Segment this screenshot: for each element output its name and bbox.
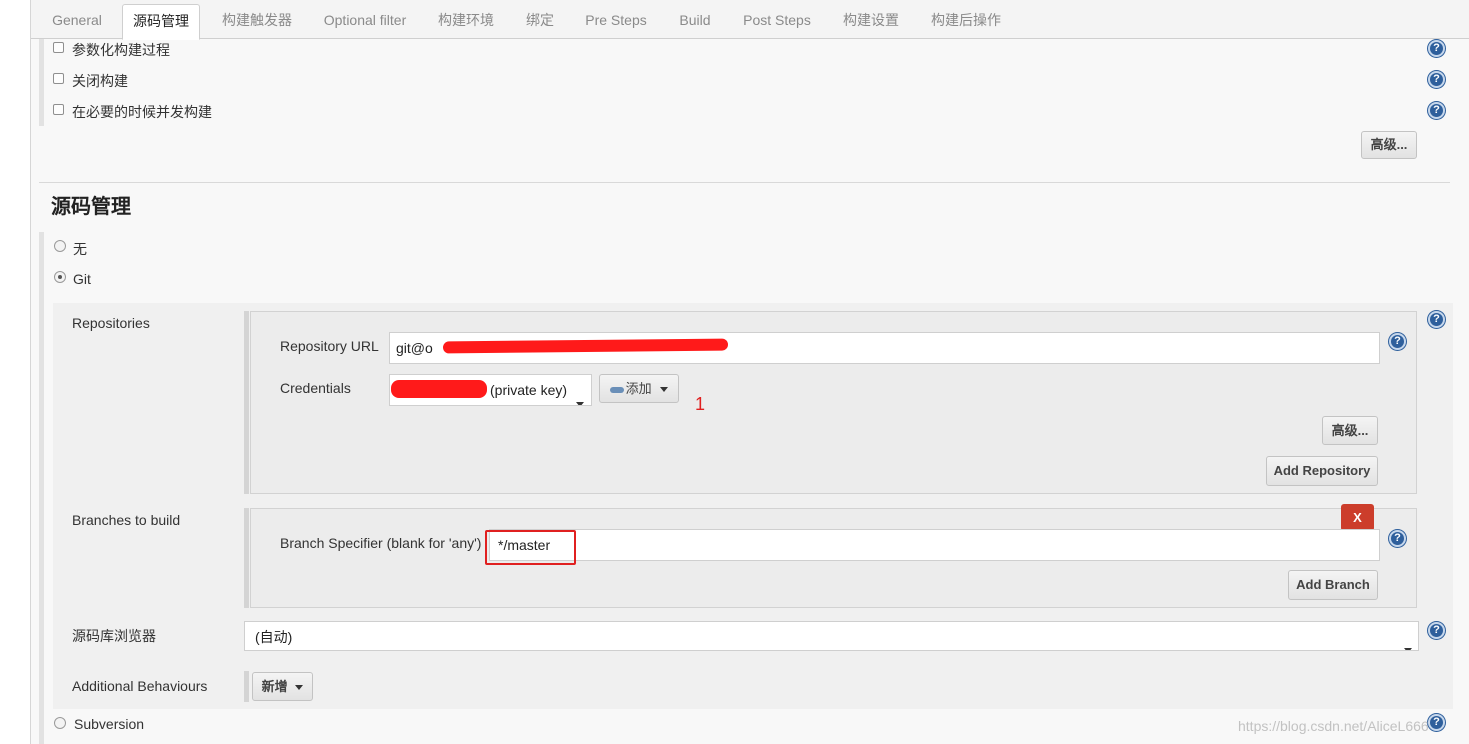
tab-source-code-management[interactable]: 源码管理	[122, 4, 200, 40]
repository-browser-select[interactable]: (自动)	[244, 621, 1419, 651]
tab-pre-steps[interactable]: Pre Steps	[576, 4, 656, 39]
general-section-bar	[39, 39, 44, 126]
branch-specifier-label: Branch Specifier (blank for 'any')	[280, 535, 482, 551]
behaviours-bar	[244, 671, 249, 702]
tab-build-settings[interactable]: 构建设置	[831, 4, 911, 39]
tab-bindings[interactable]: 绑定	[515, 4, 565, 39]
help-icon[interactable]: ?	[1428, 311, 1445, 328]
concurrent-build-checkbox[interactable]	[53, 104, 64, 115]
credentials-value: (private key)	[490, 382, 568, 398]
close-icon: X	[1353, 510, 1362, 525]
scm-section-bar	[39, 232, 44, 744]
add-branch-button[interactable]: Add Branch	[1288, 570, 1378, 600]
watermark: https://blog.csdn.net/AliceL666	[1238, 718, 1429, 734]
chevron-down-icon	[660, 381, 669, 396]
tab-optional-filter[interactable]: Optional filter	[313, 4, 417, 39]
tab-general[interactable]: General	[39, 4, 115, 39]
general-advanced-button[interactable]: 高级...	[1361, 131, 1417, 159]
add-credentials-button[interactable]: 添加	[599, 374, 679, 403]
help-icon[interactable]: ?	[1428, 622, 1445, 639]
scm-git-radio[interactable]	[54, 271, 66, 283]
chevron-down-icon	[295, 679, 304, 694]
disable-build-label: 关闭构建	[72, 73, 128, 89]
parameterized-build-label: 参数化构建过程	[72, 42, 170, 58]
repositories-label: Repositories	[72, 315, 150, 331]
concurrent-build-label: 在必要的时候并发构建	[72, 104, 212, 120]
redaction-mark	[391, 380, 487, 398]
scm-section-title: 源码管理	[51, 196, 131, 218]
additional-behaviours-label: Additional Behaviours	[72, 678, 208, 694]
config-tab-bar: General 源码管理 构建触发器 Optional filter 构建环境 …	[31, 0, 1469, 40]
disable-build-checkbox[interactable]	[53, 73, 64, 84]
repository-url-label: Repository URL	[280, 338, 379, 354]
parameterized-build-checkbox[interactable]	[53, 42, 64, 53]
repository-panel-bar	[244, 311, 249, 494]
delete-branch-button[interactable]: X	[1341, 504, 1374, 531]
tab-post-steps[interactable]: Post Steps	[734, 4, 820, 39]
help-icon[interactable]: ?	[1428, 40, 1445, 57]
job-config-page: General 源码管理 构建触发器 Optional filter 构建环境 …	[30, 0, 1469, 744]
help-icon[interactable]: ?	[1428, 71, 1445, 88]
branch-specifier-input[interactable]: */master	[489, 529, 1380, 561]
help-icon[interactable]: ?	[1389, 530, 1406, 547]
add-repository-button[interactable]: Add Repository	[1266, 456, 1378, 486]
branch-panel-bar	[244, 508, 249, 608]
help-icon[interactable]: ?	[1428, 714, 1445, 731]
tab-build-triggers[interactable]: 构建触发器	[211, 4, 303, 39]
repository-browser-value: (自动)	[255, 629, 293, 645]
scm-subversion-label: Subversion	[74, 716, 145, 732]
branches-to-build-label: Branches to build	[72, 512, 181, 528]
repository-advanced-button[interactable]: 高级...	[1322, 416, 1378, 445]
section-divider	[39, 182, 1450, 183]
tab-build-environment[interactable]: 构建环境	[427, 4, 505, 39]
key-icon	[609, 386, 624, 393]
repository-browser-label: 源码库浏览器	[72, 628, 156, 644]
scm-subversion-radio[interactable]	[54, 717, 66, 729]
add-credentials-label: 添加	[625, 381, 652, 396]
scm-git-label: Git	[73, 271, 91, 287]
credentials-label: Credentials	[280, 380, 351, 396]
tab-build[interactable]: Build	[667, 4, 723, 39]
annotation-number: 1	[695, 394, 706, 414]
repository-url-value: git@o	[396, 340, 433, 356]
add-behaviour-button[interactable]: 新增	[252, 672, 313, 701]
add-behaviour-label: 新增	[261, 679, 288, 694]
help-icon[interactable]: ?	[1389, 333, 1406, 350]
chevron-down-icon	[576, 388, 584, 405]
highlight-box	[485, 530, 576, 565]
chevron-down-icon	[1404, 634, 1412, 650]
help-icon[interactable]: ?	[1428, 102, 1445, 119]
tab-post-build-actions[interactable]: 构建后操作	[921, 4, 1011, 39]
scm-none-label: 无	[73, 241, 87, 257]
scm-none-radio[interactable]	[54, 240, 66, 252]
